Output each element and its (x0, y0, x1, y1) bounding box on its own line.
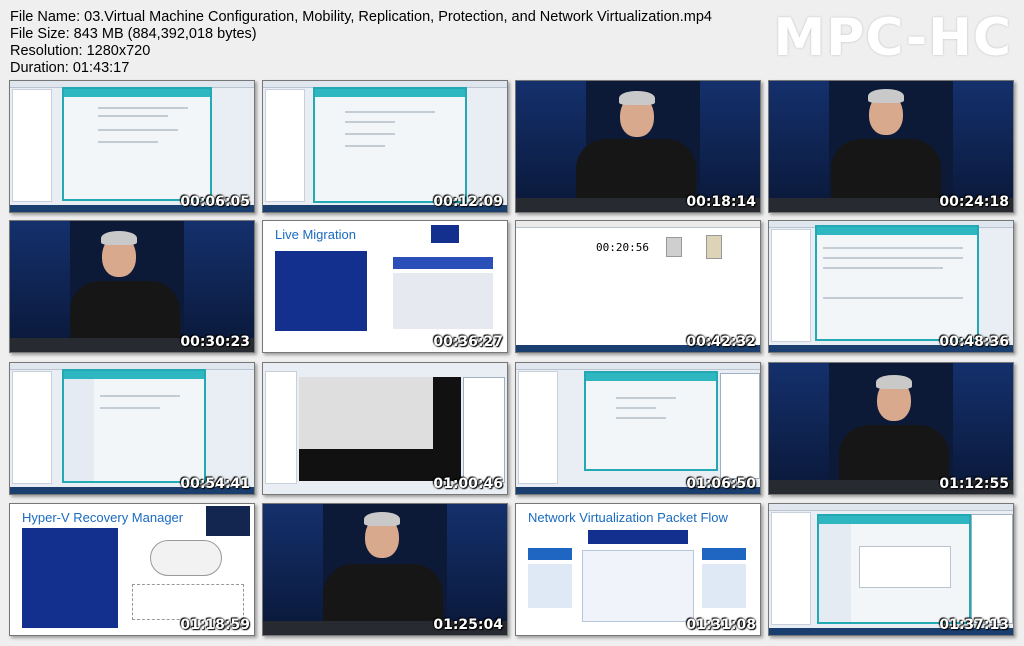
timestamp: 01:06:50 (686, 476, 756, 492)
actions-pane (971, 514, 1013, 624)
backdrop (10, 221, 70, 352)
thumbnail-8[interactable]: 00:48:36 (768, 220, 1014, 353)
dialog-titlebar (64, 89, 210, 97)
timestamp: 01:00:46 (433, 476, 503, 492)
dialog-titlebar (586, 373, 716, 381)
backdrop (263, 504, 323, 635)
timestamp: 01:37:13 (939, 617, 1009, 633)
thumbnail-4[interactable]: 00:24:18 (768, 80, 1014, 213)
settings-dialog (817, 514, 971, 624)
manager-window (815, 225, 979, 341)
hyper-v-sidebar (771, 229, 811, 342)
presenter-hair (868, 89, 904, 103)
backdrop (769, 363, 829, 494)
presenter-hair (101, 231, 137, 245)
packet-table (582, 550, 694, 622)
timestamp: 00:06:05 (180, 194, 250, 210)
settings-dialog (313, 87, 467, 203)
dialog-titlebar (315, 89, 465, 97)
hyper-v-sidebar (518, 371, 558, 484)
menu-bar (516, 221, 760, 228)
logo-box (431, 225, 459, 243)
timestamp: 00:18:14 (686, 194, 756, 210)
actions-pane (720, 373, 760, 479)
settings-dialog (62, 87, 212, 201)
timestamp: 01:25:04 (433, 617, 503, 633)
timestamp: 00:54:41 (180, 476, 250, 492)
options-box (859, 546, 951, 588)
cloud-diagram (150, 540, 222, 576)
thumbnail-12[interactable]: 01:12:55 (768, 362, 1014, 495)
thumbnail-13[interactable]: Hyper-V Recovery Manager 01:18:59 (9, 503, 255, 636)
presenter-inset (206, 506, 250, 536)
timestamp: 01:31:08 (686, 617, 756, 633)
timestamp: 00:12:09 (433, 194, 503, 210)
backdrop (953, 81, 1013, 212)
thumbnail-15[interactable]: Network Virtualization Packet Flow 01:31… (515, 503, 761, 636)
server-manager-sidebar (12, 89, 52, 202)
dialog-titlebar (817, 227, 977, 235)
thumbnail-10[interactable]: 01:00:46 (262, 362, 508, 495)
server-icon (706, 235, 722, 259)
bullet-panel (22, 528, 118, 628)
hyper-v-sidebar (771, 512, 811, 625)
backdrop (700, 81, 760, 212)
backdrop (953, 363, 1013, 494)
manager-window (584, 371, 718, 471)
vm-console-black (299, 449, 433, 481)
thumbnail-16[interactable]: 01:37:13 (768, 503, 1014, 636)
thumbnail-5[interactable]: 00:30:23 (9, 220, 255, 353)
backdrop (447, 504, 507, 635)
server-manager-sidebar (265, 89, 305, 202)
slide-title: Live Migration (275, 227, 356, 242)
menu-bar (769, 504, 1013, 511)
slide-title: Network Virtualization Packet Flow (528, 510, 728, 525)
thumbnail-grid: 00:06:05 00:12:09 00:18:14 00:24:18 00:3… (0, 0, 1024, 646)
hyper-v-sidebar (12, 371, 52, 484)
wizard-steps (819, 524, 851, 622)
timestamp: 00:36:27 (433, 334, 503, 350)
timestamp: 01:18:59 (180, 617, 250, 633)
dialog-titlebar (64, 371, 204, 379)
timestamp: 00:24:18 (939, 194, 1009, 210)
clock-readout: 00:20:56 (596, 241, 649, 254)
thumbnail-14[interactable]: 01:25:04 (262, 503, 508, 636)
switch-detail-right (702, 564, 746, 608)
vm-console-black (433, 377, 461, 481)
actions-pane (463, 377, 505, 483)
presenter-hair (364, 512, 400, 526)
timestamp: 01:12:55 (939, 476, 1009, 492)
thumbnail-3[interactable]: 00:18:14 (515, 80, 761, 213)
presenter-hair (876, 375, 912, 389)
timestamp: 00:48:36 (939, 334, 1009, 350)
thumbnail-7[interactable]: 00:20:56 00:42:32 (515, 220, 761, 353)
thumbnail-11[interactable]: 01:06:50 (515, 362, 761, 495)
presenter-hair (619, 91, 655, 105)
thumbnail-1[interactable]: 00:06:05 (9, 80, 255, 213)
site-diagram (132, 584, 244, 620)
timestamp: 00:30:23 (180, 334, 250, 350)
thumbnail-2[interactable]: 00:12:09 (262, 80, 508, 213)
slide-title: Hyper-V Recovery Manager (22, 510, 184, 525)
diagram-area (393, 273, 493, 329)
timestamp: 00:42:32 (686, 334, 756, 350)
thumbnail-6[interactable]: Live Migration 00:36:27 (262, 220, 508, 353)
bullet-panel (275, 251, 367, 331)
switch-box-left (528, 548, 572, 560)
diagram-header (588, 530, 688, 544)
settings-dialog (62, 369, 206, 483)
server-icon (666, 237, 682, 257)
switch-box-right (702, 548, 746, 560)
dialog-titlebar (819, 516, 969, 524)
backdrop (184, 221, 254, 352)
explorer-sidebar (265, 371, 297, 484)
diagram-header (393, 257, 493, 269)
wizard-steps (64, 379, 94, 481)
thumbnail-9[interactable]: 00:54:41 (9, 362, 255, 495)
menu-bar (516, 363, 760, 370)
backdrop (769, 81, 829, 212)
switch-detail-left (528, 564, 572, 608)
